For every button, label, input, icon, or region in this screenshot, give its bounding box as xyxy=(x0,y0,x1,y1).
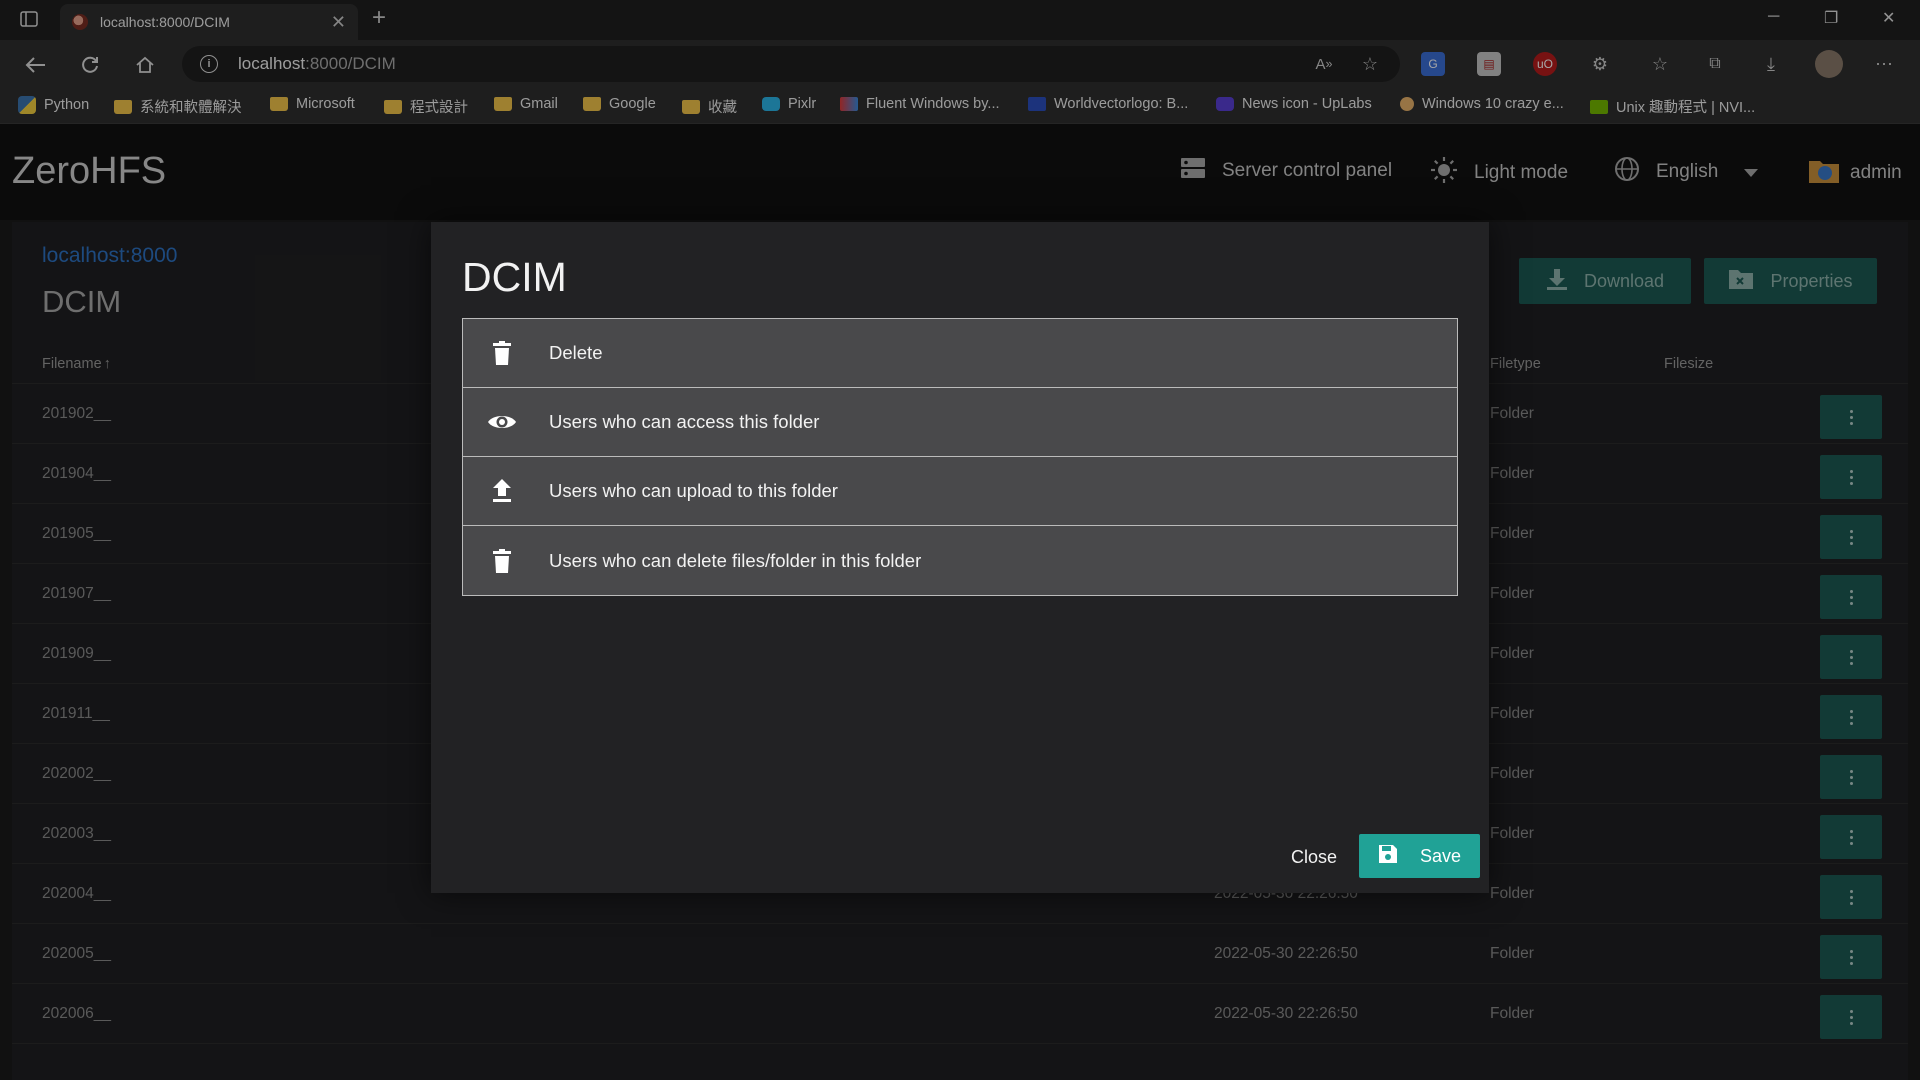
access-users-menu-item[interactable]: Users who can access this folder xyxy=(463,388,1457,457)
folder-permissions-dialog: DCIM Delete Users who can access this fo… xyxy=(431,222,1489,893)
trash-icon xyxy=(487,341,517,365)
delete-menu-item[interactable]: Delete xyxy=(463,319,1457,388)
delete-users-menu-item[interactable]: Users who can delete files/folder in thi… xyxy=(463,526,1457,595)
trash-icon xyxy=(487,548,517,573)
upload-icon xyxy=(487,479,517,503)
permissions-menu: Delete Users who can access this folder … xyxy=(462,318,1458,596)
floppy-disk-icon xyxy=(1378,844,1398,869)
dialog-title: DCIM xyxy=(462,254,567,300)
eye-icon xyxy=(487,412,517,432)
upload-users-menu-item[interactable]: Users who can upload to this folder xyxy=(463,457,1457,526)
close-button[interactable]: Close xyxy=(1291,847,1337,868)
save-button[interactable]: Save xyxy=(1359,834,1480,878)
